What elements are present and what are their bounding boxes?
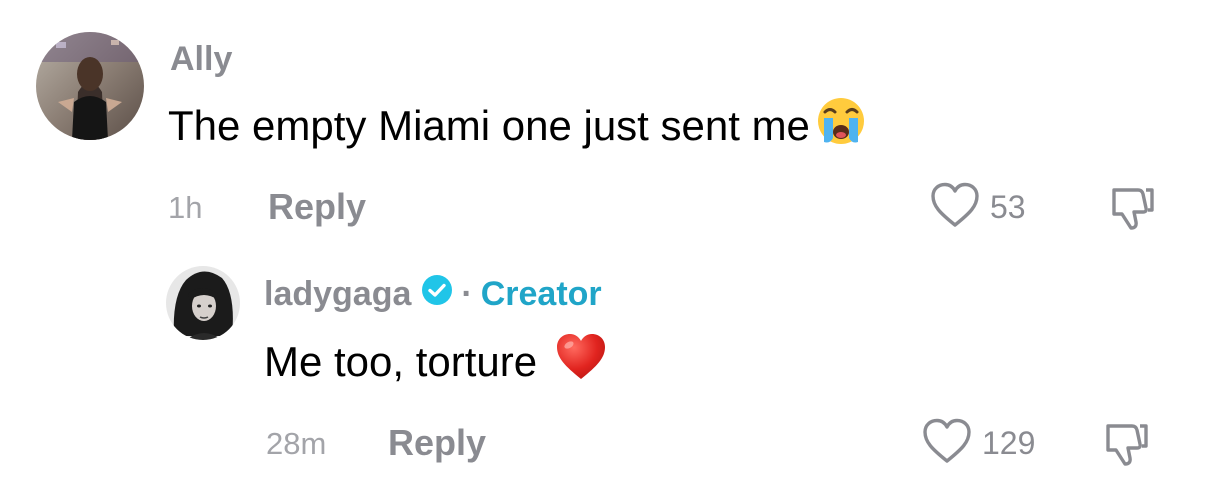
red-heart-icon (555, 333, 607, 391)
avatar[interactable] (36, 32, 144, 140)
heart-outline-icon (922, 418, 972, 469)
thumbs-down-icon (1102, 424, 1152, 472)
separator-dot: · (461, 275, 473, 313)
reply-username[interactable]: ladygaga (264, 275, 411, 314)
reply-button[interactable]: Reply (268, 186, 366, 228)
comment-timestamp: 1h (168, 190, 203, 225)
avatar[interactable] (166, 266, 240, 340)
like-count: 129 (982, 425, 1036, 461)
reply-timestamp: 28m (266, 426, 327, 461)
comment-text-content: The empty Miami one just sent me (168, 102, 810, 149)
like-button[interactable]: 53 (930, 182, 1026, 233)
loudly-crying-face-icon (816, 96, 866, 156)
verified-badge-icon (421, 274, 453, 315)
like-button[interactable]: 129 (922, 418, 1035, 469)
creator-badge: Creator (480, 275, 602, 313)
reply-text-content: Me too, torture (264, 338, 538, 385)
reply-item: ladygaga · Creator Me too, torture 28m R… (0, 250, 1206, 502)
comment-text: The empty Miami one just sent me (168, 98, 866, 154)
comment-item: Ally The empty Miami one just sent me 1h… (0, 0, 1206, 250)
thumbs-down-icon (1108, 188, 1158, 236)
reply-button[interactable]: Reply (388, 422, 486, 464)
like-count: 53 (990, 189, 1026, 225)
reply-header: ladygaga · Creator (264, 274, 602, 315)
heart-outline-icon (930, 182, 980, 233)
comment-username[interactable]: Ally (170, 40, 232, 79)
reply-text: Me too, torture (264, 334, 607, 390)
dislike-button[interactable] (1108, 182, 1158, 237)
dislike-button[interactable] (1102, 418, 1152, 473)
